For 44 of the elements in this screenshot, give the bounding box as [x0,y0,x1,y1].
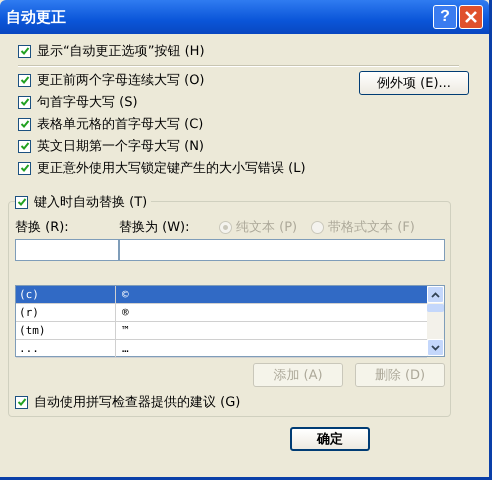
checkbox-label: 表格单元格的首字母大写 (C) [37,116,204,133]
radio-label: 带格式文本 (F) [328,219,415,236]
close-button[interactable] [459,5,483,29]
list-row[interactable]: ... … [16,340,427,358]
exceptions-button[interactable]: 例外项 (E)... [359,71,469,95]
checkbox[interactable] [18,74,31,86]
table-cell-text: … [121,342,129,355]
scroll-thumb[interactable] [427,304,444,312]
table-cell: (r) [16,304,116,321]
table-cell: (tm) [16,322,116,339]
scroll-down-icon[interactable] [427,339,444,356]
radio-label: 纯文本 (P) [236,219,298,236]
close-icon [464,10,478,24]
table-cell: (c) [16,286,116,303]
checkbox-label: 键入时自动替换 (T) [34,194,148,211]
checkbox[interactable] [18,44,31,58]
replace-with-label: 替换为 (W): [119,219,191,236]
replace-with-field[interactable] [119,239,445,261]
checkbox-label: 更正前两个字母连续大写 (O) [37,72,205,89]
scroll-up-icon[interactable] [427,286,444,303]
scrollbar[interactable] [427,286,444,356]
table-cell-text: © [121,288,129,301]
table-cell-text: ® [121,306,129,319]
checkbox-label: 英文日期第一个字母大写 (N) [37,138,204,155]
list-row[interactable]: (c) © [16,286,427,304]
list-row[interactable]: (tm) ™ [16,322,427,340]
checkbox-label: 句首字母大写 (S) [37,94,138,111]
checkbox[interactable] [18,96,31,108]
checkbox-label: 更正意外使用大写锁定键产生的大小写错误 (L) [37,160,306,177]
replace-label: 替换 (R): [15,219,70,236]
list-row[interactable]: (r) ® [16,304,427,322]
ok-button[interactable]: 确定 [290,427,370,451]
window-title: 自动更正 [6,8,66,26]
checkbox[interactable] [18,140,31,152]
checkbox[interactable] [18,162,31,174]
table-cell: ... [16,340,116,357]
checkbox-label: 显示“自动更正选项”按钮 (H) [37,43,205,60]
checkbox[interactable] [18,118,31,130]
replace-field[interactable] [15,239,119,261]
checkbox-label: 自动使用拼写检查器提供的建议 (G) [34,394,240,411]
help-button[interactable]: ? [433,5,457,29]
table-cell-text: ™ [121,324,129,337]
checkbox[interactable] [15,196,28,208]
checkbox[interactable] [15,396,28,408]
